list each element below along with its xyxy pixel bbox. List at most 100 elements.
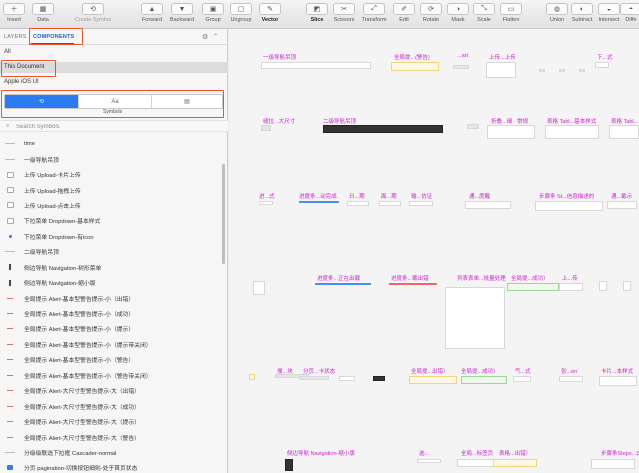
artboard-label[interactable]: 上传...上传 xyxy=(489,53,516,61)
artboard-preview[interactable] xyxy=(261,125,271,131)
artboard-label[interactable]: 表格 Tabl... xyxy=(611,117,638,125)
toolbar-edit-button[interactable]: ✐ Edit xyxy=(390,3,418,23)
toolbar-transform-button[interactable]: ⤢ Transform xyxy=(360,3,388,23)
toolbar-forward-button[interactable]: ▲ Forward xyxy=(138,3,166,23)
symbol-list-item[interactable]: 一级导航吊顶 xyxy=(0,151,222,166)
toolbar-mask-button[interactable]: ◑ Mask xyxy=(444,3,472,23)
artboard-preview[interactable] xyxy=(261,62,371,69)
artboard-preview[interactable] xyxy=(285,459,293,471)
artboard-label[interactable]: 进度条...载出错 xyxy=(391,274,429,282)
artboard-preview[interactable] xyxy=(379,201,401,206)
artboard-label[interactable]: 上...传 xyxy=(562,274,578,282)
artboard-preview[interactable] xyxy=(487,125,535,139)
artboard-label[interactable]: 折叠...细 · 常规 xyxy=(491,117,528,125)
artboard-label[interactable]: 通...度醒 xyxy=(469,192,490,200)
artboard-label[interactable]: 进度条...正在出载 xyxy=(317,274,360,282)
symbol-list-item[interactable]: 下拉菜单 Dropdown-基本样式 xyxy=(0,213,222,228)
artboard-label[interactable]: 二级导航吊顶 xyxy=(323,117,356,125)
toolbar-group-button[interactable]: ▣ Group xyxy=(199,3,227,23)
artboard-label[interactable]: 搜...块 xyxy=(277,367,293,375)
artboard-preview[interactable] xyxy=(445,287,505,349)
toolbar-data-button[interactable]: ▦ Data xyxy=(29,3,57,23)
artboard-label[interactable]: ...art xyxy=(457,53,468,59)
artboard-preview[interactable] xyxy=(545,125,599,139)
artboard-preview[interactable] xyxy=(535,201,603,211)
artboard-preview[interactable] xyxy=(299,201,339,203)
artboard-label[interactable]: 全局提...成功） xyxy=(511,274,549,282)
symbol-list-item[interactable]: 全局提示 Alert-基本型警告提示-小（成功） xyxy=(0,306,222,321)
toolbar-scale-button[interactable]: ⤡ Scale xyxy=(470,3,498,23)
artboard-preview[interactable] xyxy=(299,376,329,380)
artboard-label[interactable]: 全局提...出错） xyxy=(411,367,449,375)
artboard-label[interactable]: 面...期 xyxy=(381,192,397,200)
artboard-preview[interactable] xyxy=(599,376,637,386)
artboard-label[interactable]: 日...期 xyxy=(349,192,365,200)
artboard-label[interactable]: 选... xyxy=(419,449,429,457)
artboard-preview[interactable] xyxy=(409,201,433,206)
artboard-preview[interactable] xyxy=(513,376,531,382)
search-input[interactable] xyxy=(16,122,216,131)
artboard-preview[interactable] xyxy=(559,283,583,291)
artboard-label[interactable]: 侧边导航 Navigation-缩小版 xyxy=(287,449,355,457)
symbol-list-item[interactable]: 全局提示 Alert-基本型警告提示-小（提示带关闭） xyxy=(0,337,222,352)
artboard-preview[interactable] xyxy=(323,125,443,133)
artboard-preview[interactable] xyxy=(539,69,545,72)
artboard-label[interactable]: 列表表单...批量处理 xyxy=(457,274,506,282)
artboard-preview[interactable] xyxy=(457,459,495,467)
artboard-preview[interactable] xyxy=(453,65,469,69)
symbol-list-item[interactable]: 上传 Upload-拖拽上传 xyxy=(0,182,222,197)
symbol-list-item[interactable]: 分级级联选下拉框 Cascader-normal xyxy=(0,445,222,460)
segment-symbols[interactable]: ⟲ xyxy=(5,95,78,108)
artboard-preview[interactable] xyxy=(599,281,607,291)
symbol-list-item[interactable]: 全局提示 Alert-基本型警告提示-小（警告带关闭） xyxy=(0,368,222,383)
symbol-list-item[interactable]: 全局提示 Alert-大尺寸型警告提示-大（警告） xyxy=(0,429,222,444)
symbol-list-item[interactable]: 全局提示 Alert-基本型警告提示-小（出错） xyxy=(0,290,222,305)
symbol-list-item[interactable]: 上传 Upload-点击上传 xyxy=(0,198,222,213)
artboard-label[interactable]: 卡片...本样式 xyxy=(601,367,633,375)
toolbar-insert-button[interactable]: ＋ Insert xyxy=(0,3,28,23)
symbol-list-item[interactable]: 分页 pagination-切换按钮细则-处于首页状态 xyxy=(0,460,222,473)
toolbar-slice-button[interactable]: ◩ Slice xyxy=(303,3,331,23)
artboard-preview[interactable] xyxy=(486,62,516,78)
artboard-preview[interactable] xyxy=(409,376,457,384)
artboard-label[interactable]: 表格...出错） xyxy=(499,449,531,457)
collapse-icon[interactable]: ⌃ xyxy=(213,33,218,40)
artboard-label[interactable]: 下...式 xyxy=(597,53,613,61)
segment-text-styles[interactable]: Aa xyxy=(78,95,151,108)
artboard-label[interactable]: 分页...卡状态 xyxy=(303,367,335,375)
artboard-preview[interactable] xyxy=(559,376,583,382)
symbol-list-item[interactable]: 上传 Upload-卡片上传 xyxy=(0,167,222,182)
artboard-preview[interactable] xyxy=(253,281,265,295)
artboard-label[interactable]: 全局...标签页 xyxy=(461,449,493,457)
symbol-list-item[interactable]: 全局提示 Alert-基本型警告提示-小（警告） xyxy=(0,352,222,367)
toolbar-vector-button[interactable]: ✎ Vector xyxy=(256,3,284,23)
artboard-preview[interactable] xyxy=(559,69,565,72)
library-all[interactable]: All xyxy=(0,47,228,58)
segment-layer-styles[interactable]: ▤ xyxy=(151,95,222,108)
symbol-list-item[interactable]: 全局提示 Alert-基本型警告提示-小（提示） xyxy=(0,321,222,336)
artboard-label[interactable]: 步骤条Steps...式（迹 xyxy=(601,449,639,457)
artboard-label[interactable]: 输...仿证 xyxy=(411,192,432,200)
toolbar-scissors-button[interactable]: ✂ Scissors xyxy=(330,3,358,23)
symbol-list-item[interactable]: 全局提示 Alert-大尺寸型警告提示-大（出错） xyxy=(0,383,222,398)
artboard-label[interactable]: 气...式 xyxy=(515,367,531,375)
toolbar-diffe-button[interactable]: ◓ Diffe xyxy=(617,3,639,23)
toolbar-union-button[interactable]: ◍ Union xyxy=(543,3,571,23)
artboard-preview[interactable] xyxy=(465,201,511,209)
artboard-preview[interactable] xyxy=(493,459,537,467)
artboard-preview[interactable] xyxy=(623,281,631,291)
symbol-list-item[interactable]: 全局提示 Alert-大尺寸型警告提示-大（提示） xyxy=(0,414,222,429)
library-apple-ios-ui[interactable]: Apple iOS UI xyxy=(0,77,228,88)
toolbar-rotate-button[interactable]: ⟳ Rotate xyxy=(417,3,445,23)
artboard-preview[interactable] xyxy=(595,62,609,68)
toolbar-flatten-button[interactable]: ▭ Flatten xyxy=(497,3,525,23)
artboard-label[interactable]: 全局提...成功） xyxy=(461,367,499,375)
artboard-preview[interactable] xyxy=(467,124,479,129)
artboard-preview[interactable] xyxy=(609,125,639,139)
artboard-preview[interactable] xyxy=(391,62,439,71)
artboard-preview[interactable] xyxy=(347,201,369,206)
artboard-preview[interactable] xyxy=(417,459,441,463)
artboard-label[interactable]: 步骤条 St...信息描述的 xyxy=(539,192,594,200)
artboard-preview[interactable] xyxy=(607,201,637,209)
artboard-preview[interactable] xyxy=(373,376,385,381)
